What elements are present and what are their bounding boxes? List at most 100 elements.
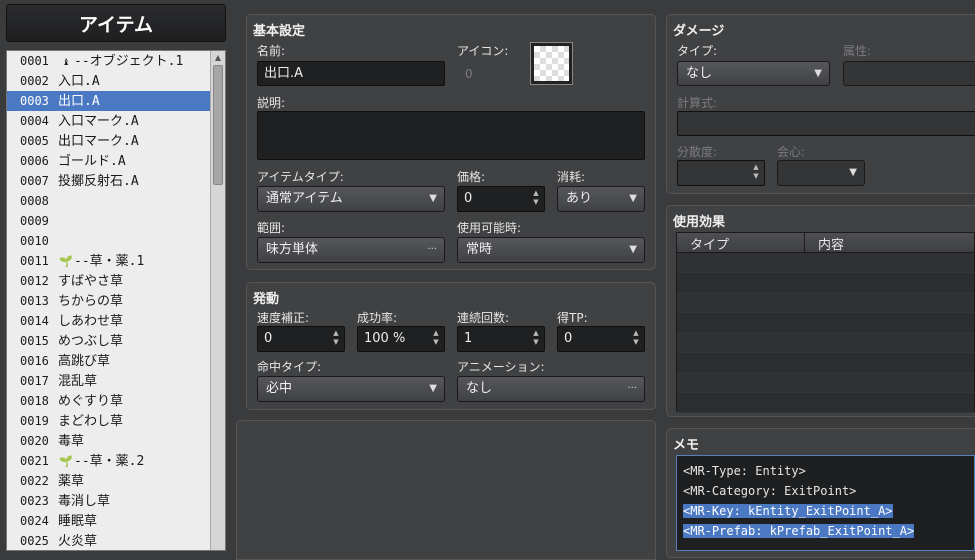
tp-gain-stepper[interactable]: 0 ▲ ▼ bbox=[557, 326, 645, 352]
stepper-arrows-icon[interactable]: ▲ ▼ bbox=[751, 163, 761, 181]
memo-line: <MR-Category: ExitPoint> bbox=[683, 484, 857, 498]
scope-label: 範囲: bbox=[257, 221, 286, 235]
scroll-thumb[interactable] bbox=[213, 65, 223, 185]
stepper-arrows-icon[interactable]: ▲ ▼ bbox=[331, 329, 341, 347]
item-number: 0020 bbox=[20, 434, 49, 448]
occasion-value: 常時 bbox=[466, 242, 493, 257]
list-item[interactable]: 0012 すばやさ草 bbox=[7, 271, 210, 291]
list-item[interactable]: 0024 睡眠草 bbox=[7, 511, 210, 531]
icon-picker[interactable] bbox=[530, 42, 573, 85]
element-select[interactable] bbox=[843, 61, 975, 86]
formula-input[interactable] bbox=[677, 111, 975, 136]
list-item[interactable]: 0015 めつぶし草 bbox=[7, 331, 210, 351]
list-item[interactable]: 0018 めぐすり草 bbox=[7, 391, 210, 411]
effects-row[interactable] bbox=[677, 293, 974, 313]
item-label: --草・薬.2 bbox=[74, 454, 145, 469]
effects-row[interactable] bbox=[677, 313, 974, 333]
list-item[interactable]: 0020 毒草 bbox=[7, 431, 210, 451]
effects-table[interactable]: タイプ 内容 bbox=[676, 232, 975, 413]
list-item[interactable]: 0005 出口マーク.A bbox=[7, 131, 210, 151]
effects-col-type[interactable]: タイプ bbox=[690, 234, 729, 253]
list-item[interactable]: 0014 しあわせ草 bbox=[7, 311, 210, 331]
critical-select[interactable]: ▼ bbox=[777, 160, 865, 186]
memo-line: <MR-Type: Entity> bbox=[683, 464, 806, 478]
item-number: 0024 bbox=[20, 514, 49, 528]
item-number: 0010 bbox=[20, 234, 49, 248]
scroll-up-icon[interactable]: ▲ bbox=[211, 51, 225, 65]
basic-settings-title: 基本設定 bbox=[253, 24, 306, 39]
list-item[interactable]: 0017 混乱草 bbox=[7, 371, 210, 391]
item-number: 0015 bbox=[20, 334, 49, 348]
list-item[interactable]: 0006 ゴールド.A bbox=[7, 151, 210, 171]
animation-label: アニメーション: bbox=[457, 360, 545, 374]
list-item[interactable]: 0008 bbox=[7, 191, 210, 211]
effects-col-content[interactable]: 内容 bbox=[818, 234, 844, 253]
list-item[interactable]: 0013 ちからの草 bbox=[7, 291, 210, 311]
list-item[interactable]: 0004 入口マーク.A bbox=[7, 111, 210, 131]
icon-label: アイコン: bbox=[457, 44, 509, 58]
list-item[interactable]: 0003 出口.A bbox=[7, 91, 210, 111]
item-label: --草・薬.1 bbox=[74, 254, 145, 269]
item-label: 高跳び草 bbox=[58, 354, 111, 369]
effects-row[interactable] bbox=[677, 373, 974, 393]
item-number: 0012 bbox=[20, 274, 49, 288]
item-number: 0019 bbox=[20, 414, 49, 428]
item-type-select[interactable]: 通常アイテム ▼ bbox=[257, 186, 445, 212]
description-input[interactable] bbox=[257, 111, 645, 160]
success-stepper[interactable]: 100 % ▲ ▼ bbox=[357, 326, 445, 352]
item-label: ちからの草 bbox=[58, 294, 124, 309]
item-label: 薬草 bbox=[58, 474, 85, 489]
variance-label: 分散度: bbox=[677, 145, 718, 159]
speed-stepper[interactable]: 0 ▲ ▼ bbox=[257, 326, 345, 352]
stepper-arrows-icon[interactable]: ▲ ▼ bbox=[631, 329, 641, 347]
item-label: 出口.A bbox=[58, 94, 100, 109]
effects-row[interactable] bbox=[677, 273, 974, 293]
price-value: 0 bbox=[464, 191, 473, 206]
variance-stepper[interactable]: ▲ ▼ bbox=[677, 160, 765, 186]
chevron-down-icon: ▼ bbox=[629, 244, 637, 255]
item-label: --オブジェクト.1 bbox=[74, 54, 184, 69]
item-number: 0003 bbox=[20, 94, 49, 108]
item-label: 睡眠草 bbox=[58, 514, 98, 529]
repeat-stepper[interactable]: 1 ▲ ▼ bbox=[457, 326, 545, 352]
consume-select[interactable]: あり ▼ bbox=[557, 186, 645, 212]
list-item[interactable]: 0016 高跳び草 bbox=[7, 351, 210, 371]
list-item[interactable]: 0001 ♝ --オブジェクト.1 bbox=[7, 51, 210, 71]
list-item[interactable]: 0022 薬草 bbox=[7, 471, 210, 491]
damage-type-select[interactable]: なし ▼ bbox=[677, 61, 830, 86]
stepper-arrows-icon[interactable]: ▲ ▼ bbox=[531, 329, 541, 347]
name-input[interactable]: 出口.A bbox=[257, 61, 445, 86]
item-number: 0005 bbox=[20, 134, 49, 148]
list-item[interactable]: 0019 まどわし草 bbox=[7, 411, 210, 431]
price-stepper[interactable]: 0 ▲ ▼ bbox=[457, 186, 545, 212]
effects-row[interactable] bbox=[677, 353, 974, 373]
stepper-arrows-icon[interactable]: ▲ ▼ bbox=[431, 329, 441, 347]
item-list[interactable]: 0001 ♝ --オブジェクト.1 0002 入口.A 0003 出口.A 0004 入口マーク… bbox=[6, 50, 226, 551]
list-item[interactable]: 0011 🌱--草・薬.1 bbox=[7, 251, 210, 271]
item-label: 毒草 bbox=[58, 434, 85, 449]
effects-row[interactable] bbox=[677, 333, 974, 353]
list-item[interactable]: 0023 毒消し草 bbox=[7, 491, 210, 511]
animation-select[interactable]: なし ··· bbox=[457, 376, 645, 402]
item-label: しあわせ草 bbox=[58, 314, 124, 329]
list-item[interactable]: 0002 入口.A bbox=[7, 71, 210, 91]
list-item[interactable]: 0007 投擲反射石.A bbox=[7, 171, 210, 191]
list-item[interactable]: 0010 bbox=[7, 231, 210, 251]
list-item[interactable]: 0025 火炎草 bbox=[7, 531, 210, 550]
occasion-select[interactable]: 常時 ▼ bbox=[457, 237, 645, 263]
memo-line: <MR-Prefab: kPrefab_ExitPoint_A> bbox=[683, 524, 915, 538]
effects-row[interactable] bbox=[677, 393, 974, 413]
list-item[interactable]: 0009 bbox=[7, 211, 210, 231]
item-list-scrollbar[interactable]: ▲ bbox=[210, 51, 225, 550]
item-label: 入口マーク.A bbox=[58, 114, 139, 129]
effects-row[interactable] bbox=[677, 253, 974, 273]
scope-select[interactable]: 味方単体 ··· bbox=[257, 237, 445, 263]
item-label: 火炎草 bbox=[58, 534, 98, 549]
hit-type-select[interactable]: 必中 ▼ bbox=[257, 376, 445, 402]
success-value: 100 % bbox=[364, 331, 406, 346]
effects-col-divider bbox=[804, 233, 805, 253]
list-item[interactable]: 0021 🌱--草・薬.2 bbox=[7, 451, 210, 471]
memo-textarea[interactable]: <MR-Type: Entity> <MR-Category: ExitPoin… bbox=[676, 455, 975, 551]
ellipsis-icon: ··· bbox=[427, 244, 437, 255]
stepper-arrows-icon[interactable]: ▲ ▼ bbox=[531, 189, 541, 207]
